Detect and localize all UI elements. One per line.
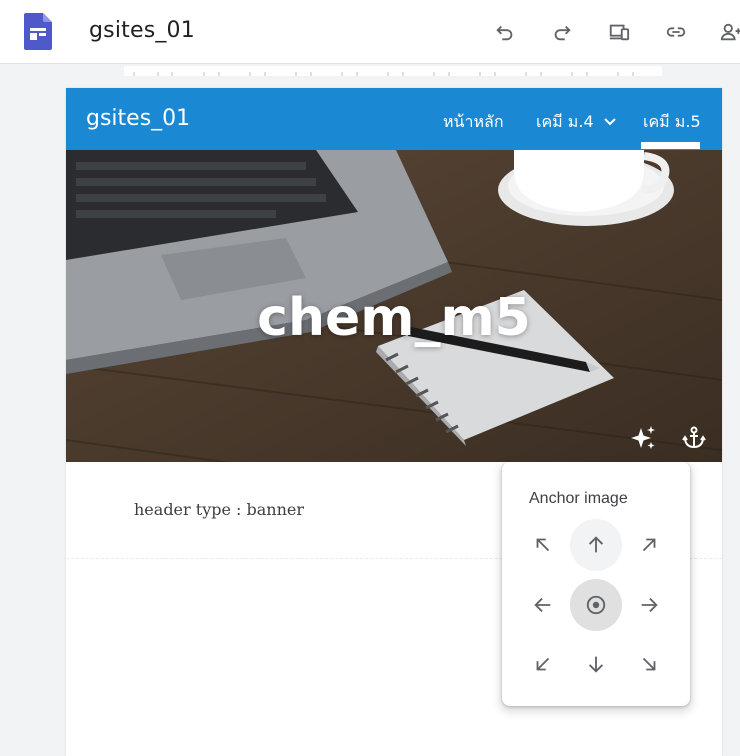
ruler [124, 66, 662, 78]
header-type-text[interactable]: header type : banner [134, 500, 304, 519]
share-icon[interactable] [716, 17, 740, 47]
sites-logo-icon[interactable] [24, 13, 52, 50]
document-title[interactable]: gsites_01 [89, 18, 195, 43]
anchor-bottom-left-button[interactable] [517, 638, 569, 690]
arrow-right-icon [641, 597, 658, 613]
anchor-popup-title: Anchor image [529, 490, 628, 507]
anchor-center-button[interactable] [570, 579, 622, 631]
anchor-top-button[interactable] [570, 519, 622, 571]
nav-item-label: หน้าหลัก [443, 112, 504, 131]
redo-icon[interactable] [547, 17, 577, 47]
anchor-left-button[interactable] [517, 579, 569, 631]
anchor-right-button[interactable] [623, 579, 675, 631]
anchor-icon[interactable] [680, 424, 708, 452]
anchor-bottom-right-button[interactable] [623, 638, 675, 690]
anchor-top-left-button[interactable] [517, 519, 569, 571]
arrow-down-right-icon [642, 657, 656, 671]
arrow-up-icon [588, 536, 604, 553]
sparkle-icon[interactable] [630, 424, 658, 452]
nav-item-label: เคมี ม.5 [643, 112, 701, 131]
active-nav-indicator [641, 142, 700, 149]
nav-item-home[interactable]: หน้าหลัก [443, 110, 504, 135]
canvas-gap [0, 76, 740, 88]
undo-icon[interactable] [490, 17, 520, 47]
banner[interactable]: chem_m5 [66, 150, 722, 462]
nav-item-chem-m5[interactable]: เคมี ม.5 [643, 110, 701, 135]
nav-item-label: เคมี ม.4 [536, 112, 594, 131]
anchor-top-right-button[interactable] [623, 519, 675, 571]
anchor-image-popup: Anchor image [502, 462, 690, 706]
arrow-down-icon [588, 656, 604, 673]
arrow-left-icon [534, 597, 551, 613]
anchor-bottom-button[interactable] [570, 638, 622, 690]
target-icon [586, 595, 606, 615]
app-bar: gsites_01 [0, 0, 740, 64]
link-icon[interactable] [661, 17, 691, 47]
nav-item-chem-m4[interactable]: เคมี ม.4 [536, 110, 617, 135]
arrow-up-right-icon [642, 538, 656, 552]
arrow-down-left-icon [536, 657, 550, 671]
site-header: gsites_01 หน้าหลัก เคมี ม.4 เคมี ม.5 [66, 88, 722, 150]
site-title[interactable]: gsites_01 [86, 106, 190, 131]
banner-title[interactable]: chem_m5 [66, 288, 722, 348]
preview-icon[interactable] [604, 17, 634, 47]
chevron-down-icon [604, 118, 616, 126]
arrow-up-left-icon [536, 538, 550, 552]
